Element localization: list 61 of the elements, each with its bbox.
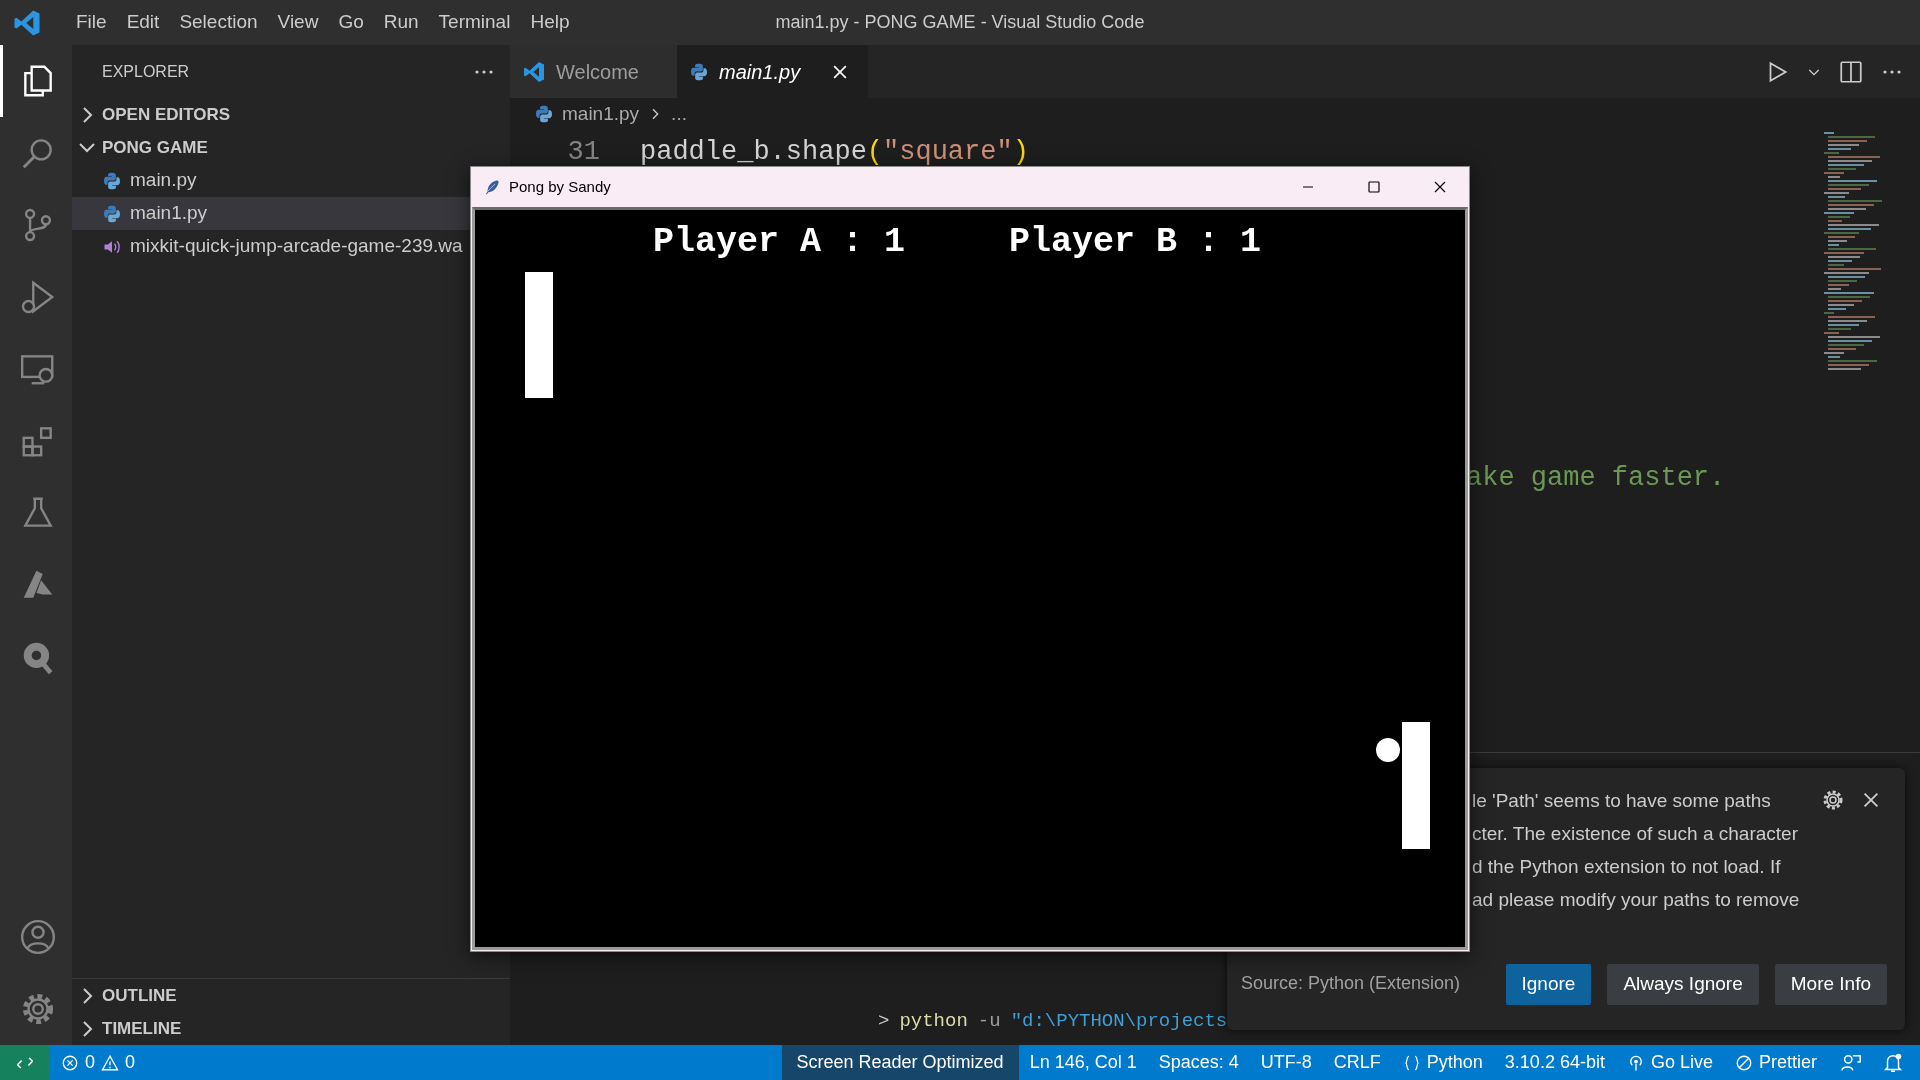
- python-file-icon: [534, 104, 554, 124]
- menu-item[interactable]: Terminal: [428, 4, 521, 41]
- status-item[interactable]: UTF-8: [1249, 1045, 1323, 1080]
- python-file-icon: [102, 170, 122, 191]
- menu-item[interactable]: Edit: [116, 4, 170, 41]
- menu-item[interactable]: Run: [373, 4, 429, 41]
- status-item[interactable]: Ln 146, Col 1: [1018, 1045, 1148, 1080]
- section-header[interactable]: OUTLINE: [72, 979, 510, 1012]
- window-title: main1.py - PONG GAME - Visual Studio Code: [775, 12, 1145, 32]
- status-item[interactable]: Screen Reader Optimized: [781, 1045, 1019, 1080]
- score-text: Player B : 1: [1009, 221, 1262, 264]
- python-file-icon: [689, 61, 709, 82]
- warning-icon: [101, 1053, 119, 1072]
- breadcrumb-item[interactable]: ...: [671, 99, 687, 129]
- line-number: 31: [566, 136, 600, 169]
- notification-source: Source: Python (Extension): [1241, 972, 1461, 995]
- menu-item[interactable]: Help: [520, 4, 580, 41]
- section-header[interactable]: PONG GAME: [72, 131, 510, 164]
- chevron-right-icon: [82, 987, 93, 1004]
- ball: [1376, 738, 1400, 762]
- account-icon[interactable]: [18, 918, 57, 956]
- section-header[interactable]: TIMELINE: [72, 1012, 510, 1045]
- chevron-right-icon: [82, 106, 93, 123]
- sidebar-title: EXPLORER: [102, 61, 190, 82]
- menu-item[interactable]: File: [66, 4, 117, 41]
- explorer-entry[interactable]: mixkit-quick-jump-arcade-game-239.wa: [72, 230, 510, 263]
- notification-message: le 'Path' seems to have some paths cter. The existence of such a character d the Python extension to not load. If ad please modify your paths to remove: [1472, 789, 1800, 912]
- notification-button[interactable]: Ignore: [1505, 964, 1592, 1005]
- editor-tab[interactable]: Welcome: [510, 45, 677, 98]
- feather-icon: [483, 178, 501, 196]
- notification-button[interactable]: Always Ignore: [1607, 964, 1759, 1005]
- split-editor-icon[interactable]: [1838, 58, 1864, 85]
- status-item[interactable]: Go Live: [1615, 1045, 1724, 1080]
- chevron-down-icon: [79, 142, 95, 153]
- status-item[interactable]: Python: [1391, 1045, 1494, 1080]
- score-text: Player A : 1: [653, 221, 906, 264]
- chevron-right-icon: [82, 1020, 93, 1037]
- menu-item[interactable]: Selection: [169, 4, 268, 41]
- prohibited-icon: [1734, 1053, 1753, 1072]
- breadcrumb-item[interactable]: main1.py: [562, 99, 640, 129]
- menu-item[interactable]: Go: [328, 4, 374, 41]
- section-header[interactable]: OPEN EDITORS: [72, 98, 510, 131]
- status-item[interactable]: Spaces: 4: [1147, 1045, 1250, 1080]
- code-line: ake game faster.: [1466, 462, 1726, 495]
- python-file-icon: [102, 203, 122, 224]
- code-line: paddle_b.shape("square"): [640, 136, 1029, 169]
- problems-status[interactable]: 0 0: [50, 1045, 147, 1080]
- editor-tab[interactable]: main1.py: [677, 45, 869, 98]
- error-icon: [61, 1053, 79, 1072]
- window-title: Pong by Sandy: [509, 176, 611, 197]
- menu-item[interactable]: View: [267, 4, 329, 41]
- status-item[interactable]: Prettier: [1723, 1045, 1828, 1080]
- status-item[interactable]: 3.10.2 64-bit: [1493, 1045, 1616, 1080]
- settings-icon[interactable]: [1821, 788, 1845, 812]
- vscode-logo-icon: [522, 59, 546, 84]
- bell-icon[interactable]: [1882, 1051, 1904, 1074]
- notification-button[interactable]: More Info: [1774, 964, 1887, 1005]
- explorer-entry[interactable]: main.py: [72, 164, 510, 197]
- status-item[interactable]: CRLF: [1322, 1045, 1392, 1080]
- terminal-line: > python -u "d:\PYTHON\projects: [878, 1008, 1228, 1034]
- braces-icon: [1402, 1053, 1421, 1072]
